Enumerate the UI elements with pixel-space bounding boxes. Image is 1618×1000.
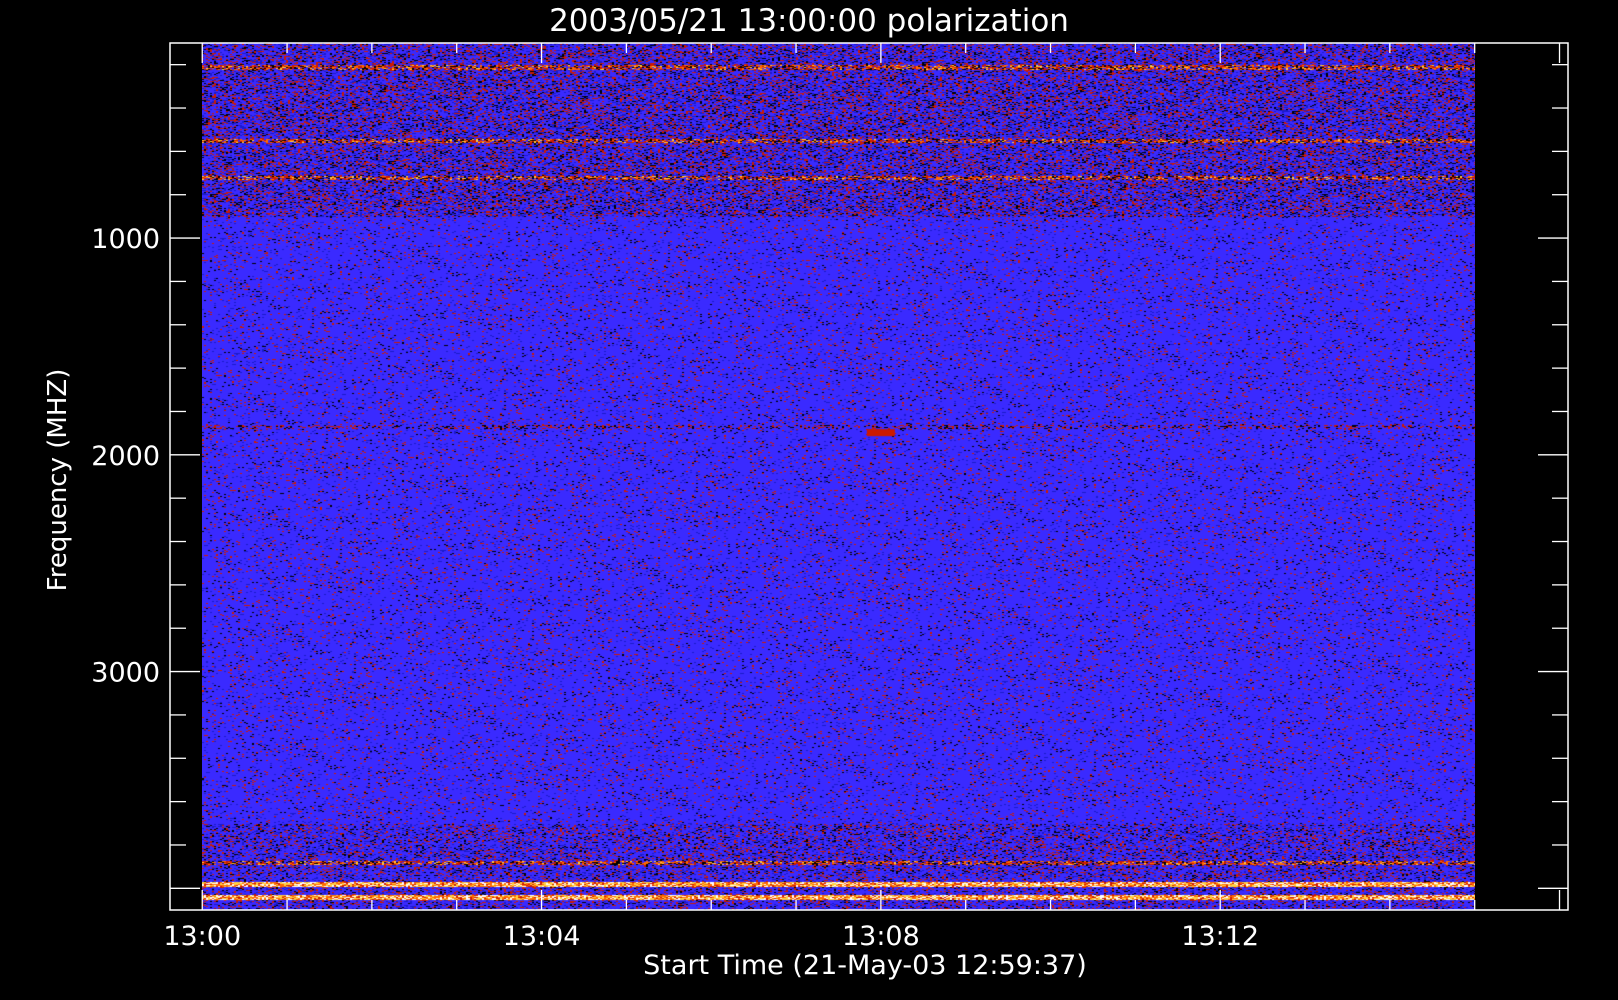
y-tick-label: 2000: [91, 441, 160, 472]
x-axis-label: Start Time (21-May-03 12:59:37): [643, 950, 1087, 981]
chart-title: 2003/05/21 13:00:00 polarization: [549, 3, 1069, 39]
heatmap-raster: [202, 43, 1475, 910]
x-tick-label: 13:12: [1181, 921, 1259, 952]
x-tick-label: 13:04: [503, 921, 581, 952]
heatmap-image: [202, 43, 1475, 910]
y-tick-label: 1000: [91, 224, 160, 255]
x-tick-label: 13:08: [842, 921, 920, 952]
spectrogram-chart: 2003/05/21 13:00:00 polarization 13:00 13…: [0, 0, 1618, 1000]
y-tick-label: 3000: [91, 658, 160, 689]
y-axis-label: Frequency (MHZ): [43, 369, 73, 592]
x-tick-label: 13:00: [163, 921, 241, 952]
